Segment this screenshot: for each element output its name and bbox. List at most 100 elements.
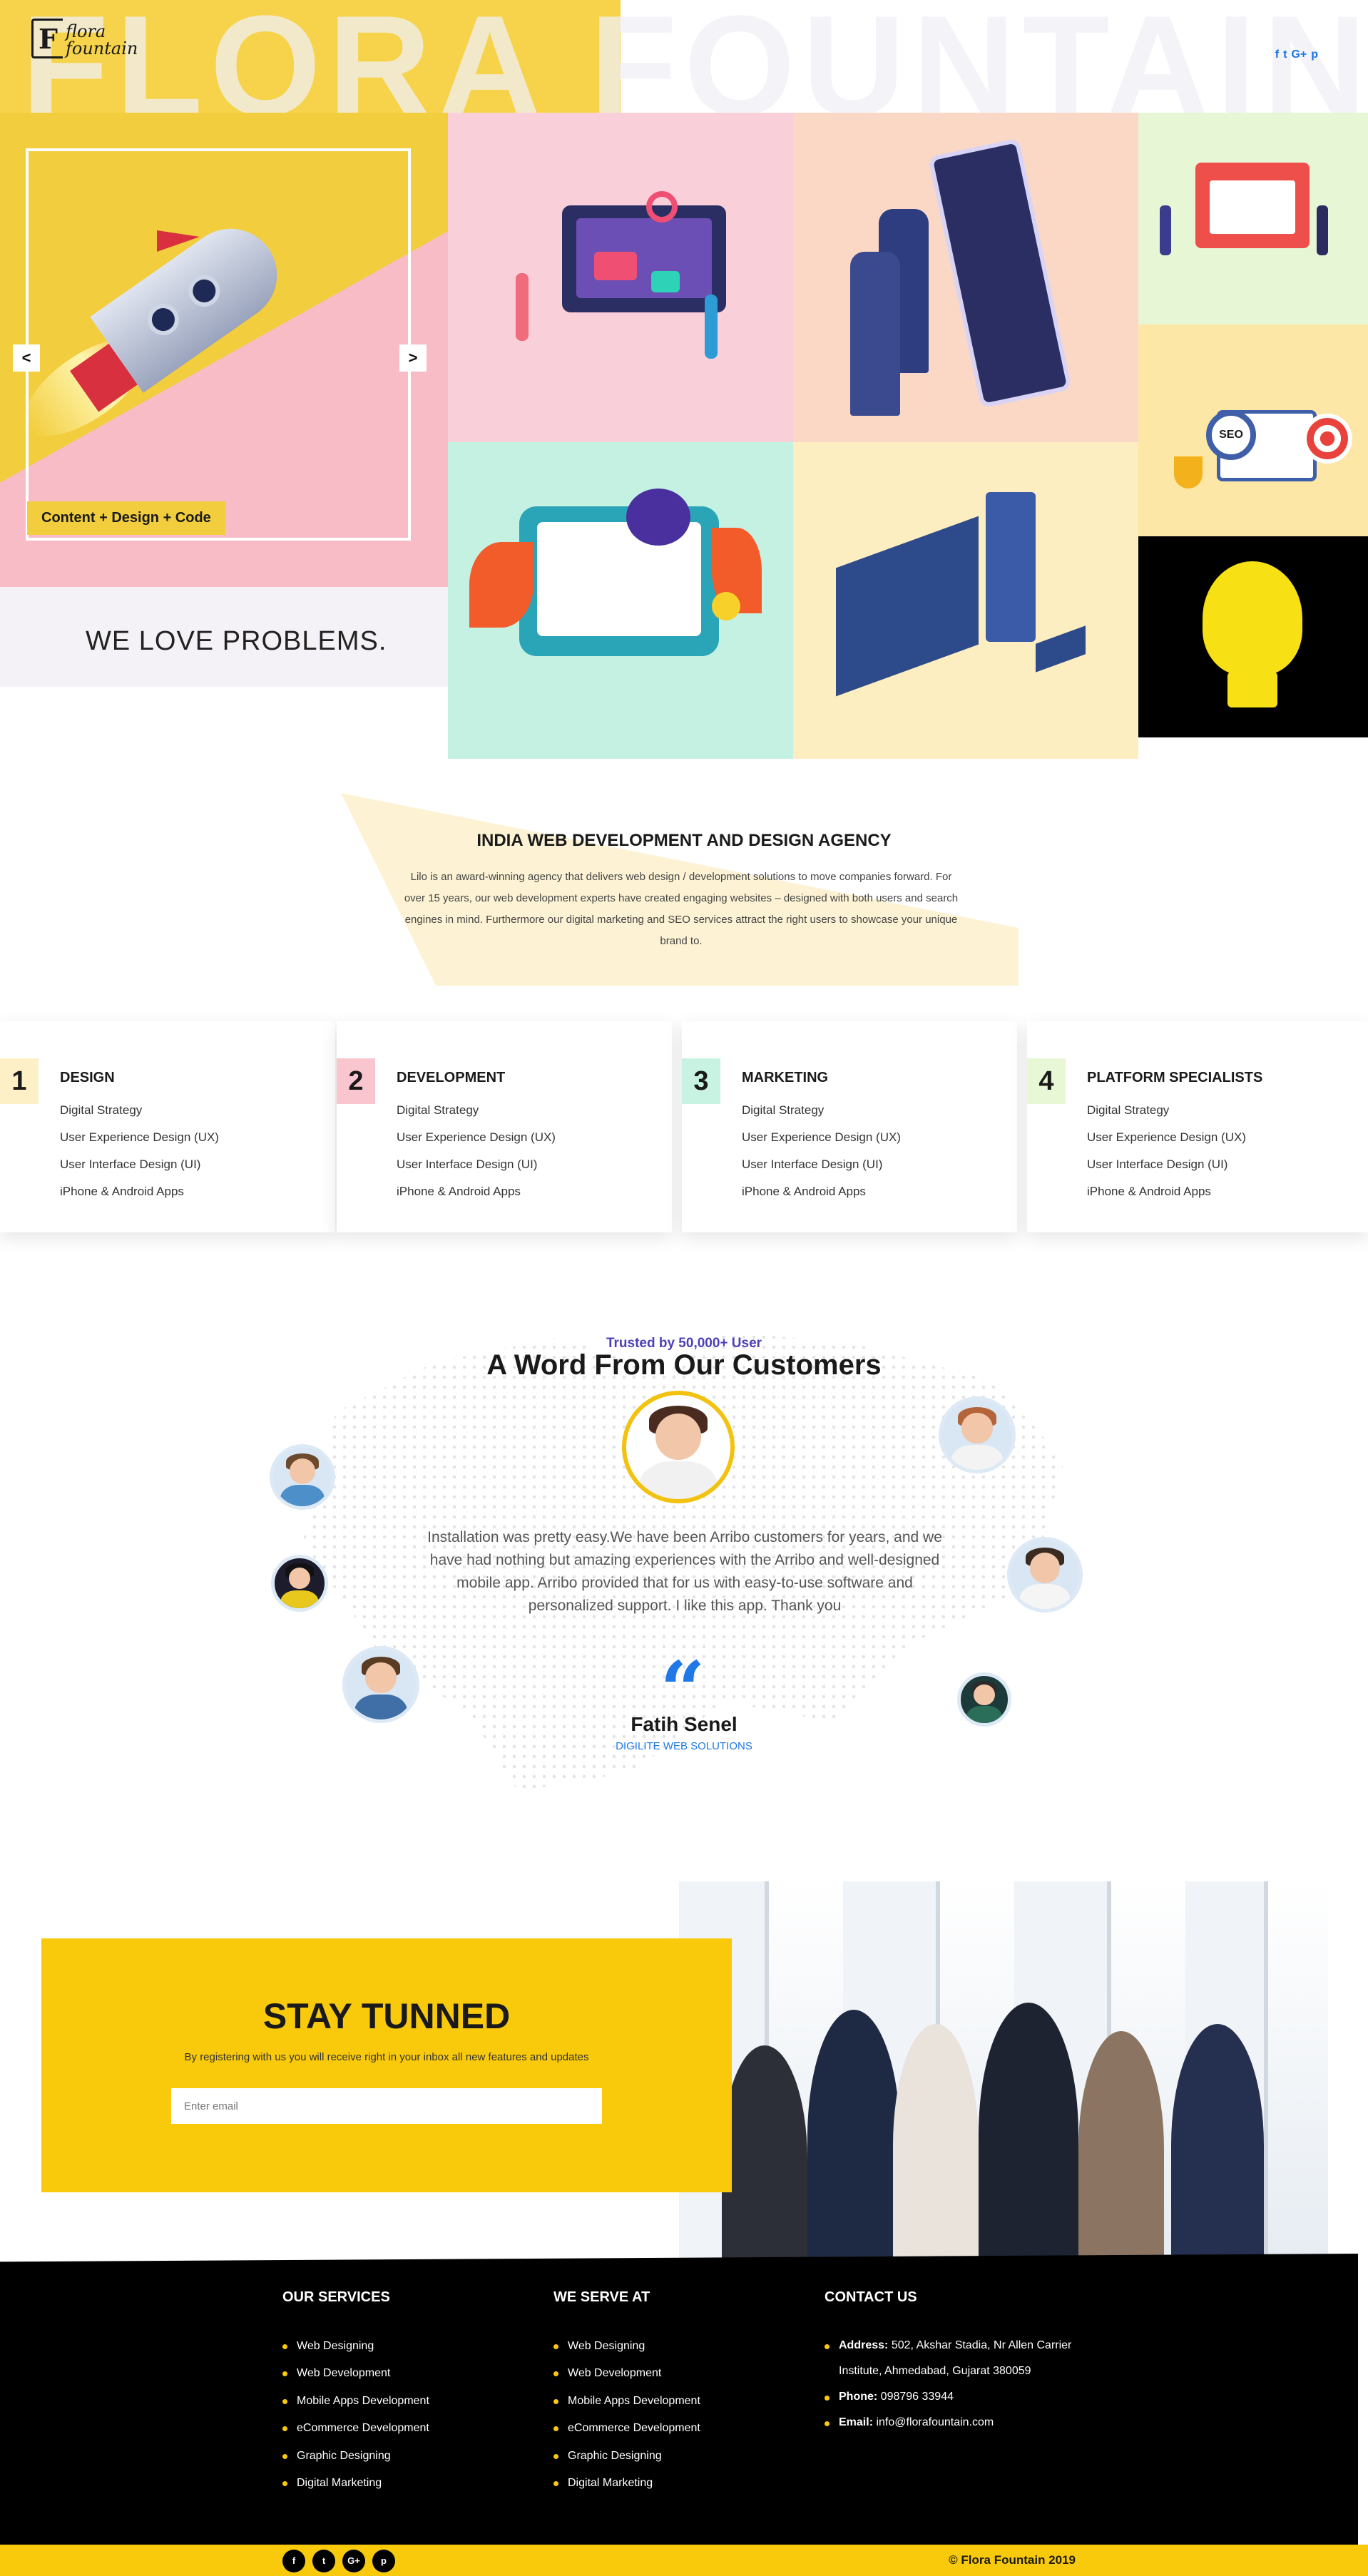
header-social-links: f t G+ p [1275, 48, 1318, 61]
slider-next-button[interactable]: > [399, 344, 427, 372]
service-item[interactable]: User Experience Design (UX) [742, 1124, 901, 1151]
service-card-platform-specialists: 4 PLATFORM SPECIALISTS Digital Strategy … [1027, 1021, 1368, 1232]
pinterest-icon[interactable]: p [1311, 48, 1318, 61]
email-field[interactable] [171, 2088, 602, 2124]
quote-icon: “ [658, 1651, 708, 1729]
laptop-illustration [836, 516, 979, 697]
service-list: Digital Strategy User Experience Design … [397, 1097, 556, 1205]
phone-illustration [927, 138, 1073, 409]
footer-link[interactable]: eCommerce Development [553, 2415, 700, 2442]
leaf-illustration [626, 489, 690, 546]
phone-value: 098796 33944 [880, 2391, 954, 2403]
avatar-face [289, 1458, 316, 1484]
service-item[interactable]: Digital Strategy [397, 1097, 556, 1124]
subscribe-text: By registering with us you will receive … [184, 2051, 589, 2063]
lightbulb-icon [1203, 561, 1302, 675]
slider-prev-button[interactable]: < [13, 344, 40, 372]
facebook-icon[interactable]: f [282, 2550, 305, 2572]
footer-link[interactable]: Web Designing [282, 2333, 429, 2360]
reviewer-name: Fatih Senel [631, 1713, 737, 1735]
person-illustration [893, 2024, 979, 2261]
businessman-illustration [850, 252, 900, 416]
twitter-icon[interactable]: t [1283, 48, 1287, 61]
leaf-illustration [469, 542, 534, 628]
person-illustration [1171, 2024, 1264, 2261]
service-item[interactable]: iPhone & Android Apps [60, 1178, 219, 1205]
footer-link[interactable]: Web Development [553, 2360, 700, 2387]
footer-contact-title: CONTACT US [825, 2289, 917, 2305]
main-customer-avatar[interactable] [622, 1391, 735, 1503]
footer-link[interactable]: Graphic Designing [553, 2443, 700, 2470]
customer-avatar[interactable] [270, 1444, 335, 1510]
footer-services-title: OUR SERVICES [282, 2289, 390, 2305]
person-illustration [979, 2003, 1078, 2261]
service-item[interactable]: User Interface Design (UI) [742, 1151, 901, 1178]
customer-avatar[interactable] [271, 1555, 328, 1612]
google-plus-icon[interactable]: G+ [342, 2550, 365, 2572]
hero-frame [26, 148, 411, 541]
service-item[interactable]: Digital Strategy [742, 1097, 901, 1124]
google-plus-icon[interactable]: G+ [1291, 48, 1307, 61]
person-illustration [705, 295, 718, 359]
service-item[interactable]: iPhone & Android Apps [1087, 1178, 1246, 1205]
footer-link[interactable]: Graphic Designing [282, 2443, 429, 2470]
customer-avatar[interactable] [939, 1396, 1016, 1473]
footer-link[interactable]: Mobile Apps Development [553, 2388, 700, 2415]
contact-email[interactable]: Email: info@florafountain.com [825, 2410, 1081, 2436]
illustration-tile-ecommerce [1138, 113, 1368, 324]
service-item[interactable]: User Interface Design (UI) [1087, 1151, 1246, 1178]
contact-address: Address: 502, Akshar Stadia, Nr Allen Ca… [825, 2333, 1081, 2384]
service-item[interactable]: User Experience Design (UX) [1087, 1124, 1246, 1151]
hero-badge: Content + Design + Code [27, 501, 225, 535]
illustration-tile-creative [448, 442, 793, 759]
service-item[interactable]: User Interface Design (UI) [60, 1151, 219, 1178]
avatar-face [288, 1567, 311, 1590]
twitter-icon[interactable]: t [312, 2550, 335, 2572]
smiley-icon [712, 592, 740, 620]
footer-contact-list: Address: 502, Akshar Stadia, Nr Allen Ca… [825, 2333, 1081, 2436]
service-item[interactable]: User Experience Design (UX) [60, 1124, 219, 1151]
service-item[interactable]: Digital Strategy [60, 1097, 219, 1124]
footer-link[interactable]: Mobile Apps Development [282, 2388, 429, 2415]
customer-avatar[interactable] [1007, 1537, 1083, 1612]
team-photo [679, 1881, 1328, 2261]
avatar-face [961, 1412, 993, 1443]
illustration-tile-analytics [793, 113, 1138, 442]
footer-link[interactable]: Digital Marketing [553, 2470, 700, 2497]
agency-title: INDIA WEB DEVELOPMENT AND DESIGN AGENCY [476, 831, 892, 850]
bottom-bar: f t G+ p © Flora Fountain 2019 [0, 2545, 1368, 2576]
header: FLORA FOUNTAIN F flora fountain f t G+ p [0, 0, 1368, 145]
footer-serve-list: Web Designing Web Development Mobile App… [553, 2333, 700, 2497]
magnifier-icon: SEO [1206, 410, 1256, 460]
service-item[interactable]: User Experience Design (UX) [397, 1124, 556, 1151]
lightbulb-base-icon [1227, 672, 1277, 707]
footer-link[interactable]: eCommerce Development [282, 2415, 429, 2442]
footer-serve-column: WE SERVE AT Web Designing Web Developmen… [553, 2289, 700, 2497]
hero-tagline: WE LOVE PROBLEMS. [86, 626, 387, 656]
facebook-icon[interactable]: f [1275, 48, 1279, 61]
copyright: © Flora Fountain 2019 [949, 2553, 1076, 2567]
service-card-development: 2 DEVELOPMENT Digital Strategy User Expe… [337, 1021, 672, 1232]
footer-serve-title: WE SERVE AT [553, 2289, 650, 2305]
service-item[interactable]: iPhone & Android Apps [397, 1178, 556, 1205]
service-item[interactable]: Digital Strategy [1087, 1097, 1246, 1124]
service-item[interactable]: User Interface Design (UI) [397, 1151, 556, 1178]
reviewer-company[interactable]: DIGILITE WEB SOLUTIONS [0, 1740, 1368, 1752]
contact-phone[interactable]: Phone: 098796 33944 [825, 2384, 1081, 2410]
footer-link[interactable]: Web Designing [553, 2333, 700, 2360]
avatar-face [1029, 1553, 1061, 1583]
agency-description: Lilo is an award-winning agency that del… [404, 871, 959, 947]
footer-link[interactable]: Digital Marketing [282, 2470, 429, 2497]
address-label: Address: [839, 2339, 889, 2351]
service-item[interactable]: iPhone & Android Apps [742, 1178, 901, 1205]
footer-link[interactable]: Web Development [282, 2360, 429, 2387]
pinterest-icon[interactable]: p [372, 2550, 395, 2572]
person-illustration [807, 2010, 900, 2261]
service-number: 3 [682, 1058, 720, 1104]
page: FLORA FOUNTAIN F flora fountain f t G+ p… [0, 0, 1368, 2576]
customer-avatar[interactable] [342, 1646, 419, 1723]
avatar-face [365, 1662, 397, 1693]
logo[interactable]: F flora fountain [31, 19, 138, 70]
logo-text-line2: fountain [66, 39, 138, 58]
chat-bubble-icon [651, 271, 680, 292]
